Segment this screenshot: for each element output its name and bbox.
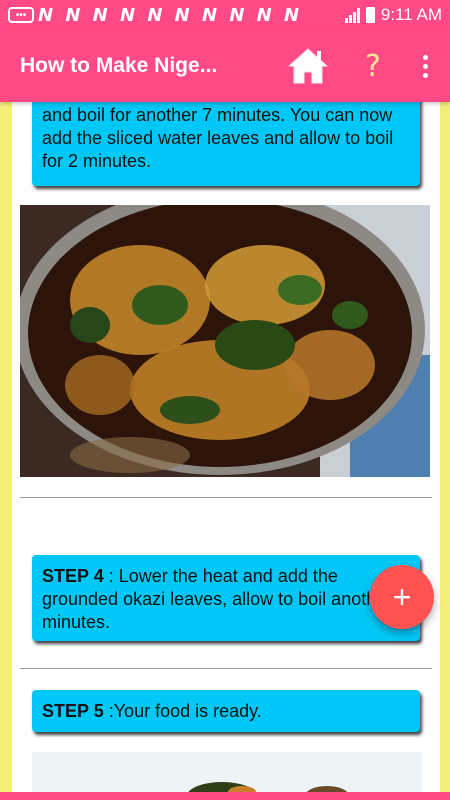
bottom-accent-bar [0,792,450,800]
home-icon [287,48,329,84]
message-icon: ••• [8,7,34,23]
status-bar: ••• N N N N N N N N N N 9:11 AM [0,0,450,30]
recipe-content[interactable]: and boil for another 7 minutes. You can … [12,102,440,792]
step-3-card: and boil for another 7 minutes. You can … [32,102,420,186]
step-5-card: STEP 5 :Your food is ready. [32,690,420,732]
page-title: How to Make Nige... [20,54,218,77]
step-5-label: STEP 5 [42,701,104,721]
step-4-card: STEP 4 : Lower the heat and add the grou… [32,555,420,641]
more-vert-icon [422,54,428,60]
divider [20,497,432,498]
signal-icon [344,7,360,23]
status-right: 9:11 AM [344,5,442,25]
add-icon: + [392,578,412,615]
step-4-label: STEP 4 [42,566,104,586]
step-5-image [32,752,422,792]
help-icon: ? [365,48,381,84]
step-3-image [20,205,430,477]
notification-icons: N N N N N N N N N N [38,4,303,26]
status-time: 9:11 AM [380,5,442,24]
home-button[interactable] [284,42,332,90]
step-5-text: :Your food is ready. [103,701,262,721]
app-bar: How to Make Nige... ? [0,30,450,102]
add-button[interactable]: + [370,565,434,629]
more-options-button[interactable] [410,42,440,90]
step-3-text: and boil for another 7 minutes. You can … [42,105,394,171]
notification-area: ••• N N N N N N N N N N [8,5,345,26]
help-button[interactable]: ? [358,42,388,90]
battery-icon [365,7,375,23]
divider [20,668,432,669]
